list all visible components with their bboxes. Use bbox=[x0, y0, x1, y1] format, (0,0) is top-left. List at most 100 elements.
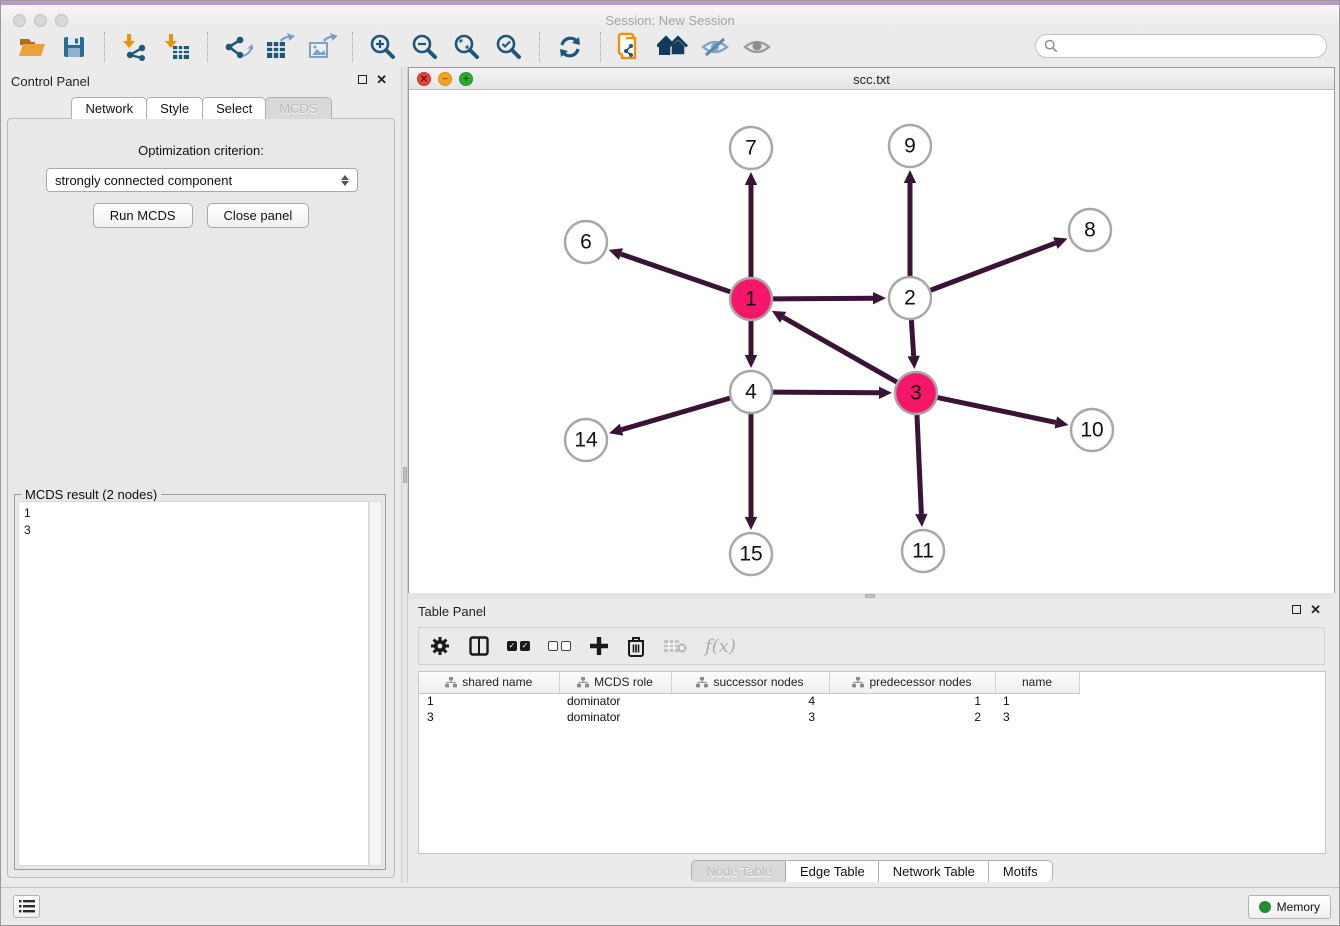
graph-edge[interactable] bbox=[917, 415, 921, 514]
create-column-button[interactable] bbox=[589, 634, 609, 658]
select-all-columns-button[interactable]: ✓✓ bbox=[507, 634, 530, 658]
refresh-button[interactable] bbox=[553, 31, 587, 63]
table-header-row: shared name MCDS role successor nodes pr… bbox=[419, 672, 1325, 693]
export-table-button[interactable] bbox=[263, 31, 297, 63]
import-network-button[interactable] bbox=[118, 31, 152, 63]
tab-network[interactable]: Network bbox=[71, 97, 147, 119]
unselect-all-columns-button[interactable] bbox=[548, 634, 571, 658]
column-header-shared-name[interactable]: shared name bbox=[419, 672, 559, 693]
graph-edge[interactable] bbox=[911, 320, 913, 356]
unchecked-box-icon bbox=[561, 641, 571, 651]
run-mcds-button[interactable]: Run MCDS bbox=[93, 203, 193, 228]
column-header-successor-nodes[interactable]: successor nodes bbox=[671, 672, 829, 693]
fit-content-icon bbox=[453, 33, 481, 61]
tab-style[interactable]: Style bbox=[146, 97, 203, 119]
export-image-icon bbox=[307, 33, 337, 61]
control-panel-tabs: Network Style Select MCDS bbox=[1, 97, 401, 119]
delete-column-button[interactable] bbox=[627, 634, 645, 658]
plus-icon bbox=[589, 636, 609, 656]
mcds-result-legend: MCDS result (2 nodes) bbox=[21, 487, 161, 502]
edge-arrowhead bbox=[873, 292, 886, 304]
graph-edge[interactable] bbox=[622, 398, 730, 430]
close-panel-icon[interactable]: ✕ bbox=[1310, 605, 1321, 614]
network-graph[interactable]: 7968124314101511 bbox=[409, 90, 1334, 593]
tab-edge-table[interactable]: Edge Table bbox=[785, 860, 879, 882]
first-neighbors-button[interactable] bbox=[656, 31, 690, 63]
zoom-in-button[interactable] bbox=[366, 31, 400, 63]
hierarchy-icon bbox=[577, 677, 589, 688]
open-session-button[interactable] bbox=[15, 31, 49, 63]
edge-arrowhead bbox=[915, 514, 927, 527]
network-window-titlebar[interactable]: ✕ − + scc.txt bbox=[409, 68, 1334, 90]
tab-node-table[interactable]: Node Table bbox=[691, 860, 786, 882]
save-floppy-icon bbox=[62, 35, 86, 59]
network-canvas[interactable]: 7968124314101511 bbox=[409, 90, 1334, 593]
splitter-grip[interactable] bbox=[865, 594, 875, 598]
show-column-button[interactable] bbox=[469, 634, 489, 658]
table-settings-button[interactable] bbox=[429, 634, 451, 658]
graph-edge[interactable] bbox=[931, 243, 1056, 290]
close-panel-icon[interactable]: ✕ bbox=[376, 75, 387, 84]
graph-node-label: 7 bbox=[745, 137, 757, 160]
close-panel-button[interactable]: Close panel bbox=[207, 203, 310, 228]
export-image-button[interactable] bbox=[305, 31, 339, 63]
table-toolbar: ✓✓ f(x) bbox=[418, 627, 1325, 665]
eye-slash-icon bbox=[700, 35, 730, 59]
float-panel-icon[interactable] bbox=[358, 75, 367, 84]
criterion-selected-value: strongly connected component bbox=[55, 173, 232, 188]
hierarchy-icon bbox=[852, 677, 864, 688]
zoom-selected-button[interactable] bbox=[492, 31, 526, 63]
graph-edge[interactable] bbox=[621, 254, 730, 292]
zoom-in-icon bbox=[369, 33, 397, 61]
criterion-select[interactable]: strongly connected component bbox=[46, 168, 358, 192]
graph-edge[interactable] bbox=[938, 398, 1056, 423]
hide-selected-button[interactable] bbox=[698, 31, 732, 63]
graph-node-label: 10 bbox=[1080, 419, 1103, 442]
column-header-mcds-role[interactable]: MCDS role bbox=[559, 672, 671, 693]
list-icon bbox=[19, 900, 35, 913]
search-box[interactable] bbox=[1035, 34, 1327, 58]
result-scrollbar[interactable] bbox=[369, 501, 382, 866]
column-header-name[interactable]: name bbox=[995, 672, 1079, 693]
float-panel-icon[interactable] bbox=[1292, 605, 1301, 614]
memory-button[interactable]: Memory bbox=[1248, 895, 1331, 919]
import-network-icon bbox=[121, 33, 149, 61]
duplicate-network-button[interactable] bbox=[614, 31, 648, 63]
column-header-predecessor-nodes[interactable]: predecessor nodes bbox=[829, 672, 995, 693]
import-table-button[interactable] bbox=[160, 31, 194, 63]
tab-network-table[interactable]: Network Table bbox=[878, 860, 989, 882]
checked-box-icon: ✓ bbox=[507, 641, 517, 651]
title-bar: Session: New Session bbox=[1, 5, 1339, 27]
graph-edge[interactable] bbox=[773, 298, 873, 299]
tab-select[interactable]: Select bbox=[202, 97, 266, 119]
export-network-button[interactable] bbox=[221, 31, 255, 63]
fit-content-button[interactable] bbox=[450, 31, 484, 63]
splitter-grip[interactable] bbox=[403, 467, 407, 483]
search-input[interactable] bbox=[1058, 38, 1318, 54]
save-session-button[interactable] bbox=[57, 31, 91, 63]
graph-node-label: 2 bbox=[904, 287, 916, 310]
header-filler bbox=[1079, 672, 1325, 693]
graph-edge[interactable] bbox=[773, 392, 879, 393]
optimization-criterion-label: Optimization criterion: bbox=[8, 143, 394, 158]
vertical-splitter[interactable] bbox=[401, 67, 408, 883]
tab-mcds[interactable]: MCDS bbox=[265, 97, 331, 119]
mcds-tab-content: Optimization criterion: strongly connect… bbox=[7, 118, 395, 878]
table-row[interactable]: 1dominator411 bbox=[419, 693, 1325, 709]
graph-node-label: 1 bbox=[745, 288, 757, 311]
graph-node-label: 14 bbox=[574, 429, 598, 452]
zoom-out-button[interactable] bbox=[408, 31, 442, 63]
status-bar: Memory bbox=[1, 887, 1340, 925]
table-row[interactable]: 3dominator323 bbox=[419, 709, 1325, 725]
delete-table-icon bbox=[663, 638, 687, 654]
trash-icon bbox=[627, 636, 645, 657]
checked-box-icon: ✓ bbox=[520, 641, 530, 651]
tab-motifs[interactable]: Motifs bbox=[988, 860, 1053, 882]
task-history-button[interactable] bbox=[13, 895, 40, 918]
graph-edge[interactable] bbox=[783, 317, 897, 382]
gear-icon bbox=[429, 635, 451, 657]
mcds-result-text[interactable]: 1 3 bbox=[18, 501, 369, 866]
export-network-icon bbox=[223, 33, 253, 61]
show-all-button[interactable] bbox=[740, 31, 774, 63]
refresh-icon bbox=[557, 34, 583, 60]
